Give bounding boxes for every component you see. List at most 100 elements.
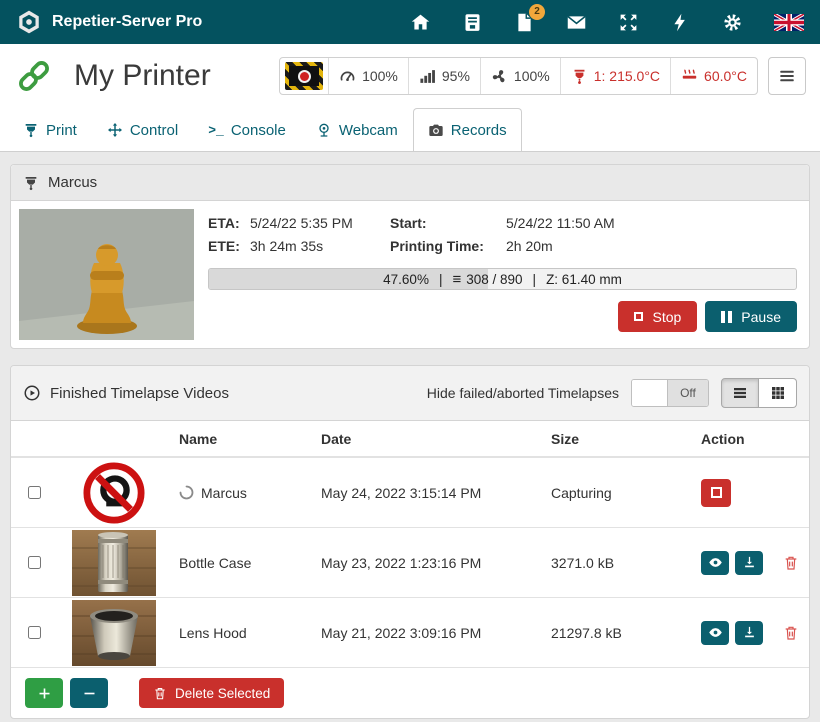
bolt-icon[interactable]: [670, 12, 691, 33]
timelapse-name: Marcus: [201, 485, 247, 501]
eta-value: 5/24/22 5:35 PM: [250, 213, 390, 233]
move-cross-icon: [107, 122, 123, 138]
tab-records[interactable]: Records: [413, 108, 522, 151]
delete-selected-button[interactable]: Delete Selected: [139, 678, 284, 708]
deselect-all-button[interactable]: [70, 678, 108, 708]
status-group: 100% 95% 100% 1: 215.0°C: [279, 57, 758, 95]
tab-control[interactable]: Control: [92, 108, 193, 151]
header-name: Name: [171, 427, 313, 451]
extruder-temp-value: 1: 215.0°C: [594, 68, 660, 84]
expand-icon[interactable]: [618, 12, 639, 33]
language-flag-icon[interactable]: [774, 14, 804, 31]
plus-icon: [37, 686, 52, 701]
fan-button[interactable]: 100%: [480, 58, 560, 94]
print-info: ETA: 5/24/22 5:35 PM Start: 5/24/22 11:5…: [208, 209, 801, 340]
tab-print-label: Print: [46, 122, 77, 139]
current-print-header: Marcus: [11, 165, 809, 201]
no-webcam-icon: [83, 462, 145, 524]
timelapse-size: Capturing: [543, 481, 693, 505]
delete-selected-label: Delete Selected: [175, 686, 270, 701]
printer-icon[interactable]: [462, 12, 483, 33]
tab-webcam[interactable]: Webcam: [301, 108, 413, 151]
print-icon: [23, 122, 39, 138]
ete-label: ETE:: [208, 236, 250, 256]
mail-icon[interactable]: [566, 12, 587, 33]
stop-capture-button[interactable]: [701, 479, 731, 507]
toggle-state: Off: [668, 380, 708, 406]
speed-multiplier-button[interactable]: 100%: [328, 58, 408, 94]
extruder-temp-button[interactable]: 1: 215.0°C: [560, 58, 670, 94]
job-preview-image: [19, 209, 194, 340]
view-video-button[interactable]: [701, 621, 729, 645]
print-actions: Stop Pause: [208, 301, 797, 332]
eye-icon: [708, 555, 723, 570]
extruder-job-icon: [23, 175, 39, 191]
tab-print[interactable]: Print: [8, 108, 92, 151]
hide-failed-toggle[interactable]: Off: [631, 379, 709, 407]
eta-label: ETA:: [208, 213, 250, 233]
flow-icon: [419, 68, 436, 85]
select-all-button[interactable]: [25, 678, 63, 708]
hide-toggle-label: Hide failed/aborted Timelapses: [427, 385, 619, 401]
row-checkbox[interactable]: [28, 626, 41, 639]
print-queue-icon[interactable]: 2: [514, 12, 535, 33]
header-action: Action: [693, 427, 809, 451]
table-row: Bottle Case May 23, 2022 1:23:16 PM 3271…: [11, 527, 809, 597]
download-icon: [742, 625, 757, 640]
flow-value: 95%: [442, 68, 470, 84]
header-spacer: [57, 435, 171, 443]
page-title: My Printer: [74, 59, 211, 93]
separator: |: [439, 272, 443, 287]
trash-icon: [783, 624, 799, 642]
eye-icon: [708, 625, 723, 640]
stop-label: Stop: [652, 309, 681, 325]
list-view-button[interactable]: [721, 378, 759, 408]
webcam-status-button[interactable]: [280, 58, 328, 94]
current-print-card: Marcus ETA: 5/24/22 5:35 PM: [10, 164, 810, 349]
timelapse-controls: Hide failed/aborted Timelapses Off: [427, 378, 797, 408]
link-icon: [14, 56, 54, 96]
separator: |: [533, 272, 537, 287]
delete-video-button[interactable]: [783, 554, 799, 572]
tab-console-label: Console: [231, 122, 286, 139]
brand[interactable]: Repetier-Server Pro: [16, 9, 202, 35]
play-circle-icon: [23, 384, 41, 402]
top-navbar: Repetier-Server Pro 2: [0, 0, 820, 44]
timelapse-size: 21297.8 kB: [543, 621, 693, 645]
camera-icon: [428, 122, 444, 138]
spinner-icon: [179, 485, 194, 500]
delete-video-button[interactable]: [783, 624, 799, 642]
row-checkbox[interactable]: [28, 556, 41, 569]
download-video-button[interactable]: [735, 621, 763, 645]
header-spacer: [11, 435, 57, 443]
bed-temp-button[interactable]: 60.0°C: [670, 58, 757, 94]
trash-icon: [153, 686, 167, 701]
notification-badge: 2: [529, 4, 545, 20]
pause-button[interactable]: Pause: [705, 301, 797, 332]
gear-icon[interactable]: [722, 12, 743, 33]
timelapse-name: Bottle Case: [179, 555, 251, 571]
trash-icon: [783, 554, 799, 572]
home-icon[interactable]: [410, 12, 431, 33]
download-video-button[interactable]: [735, 551, 763, 575]
stop-button[interactable]: Stop: [618, 301, 697, 332]
timelapse-thumbnail[interactable]: [72, 530, 156, 596]
table-row: Marcus May 24, 2022 3:15:14 PM Capturing: [11, 457, 809, 527]
timelapse-footer: Delete Selected: [11, 667, 809, 718]
row-checkbox[interactable]: [28, 486, 41, 499]
z-height: Z: 61.40 mm: [546, 272, 622, 287]
tab-console[interactable]: >_ Console: [193, 108, 301, 151]
table-row: Lens Hood May 21, 2022 3:09:16 PM 21297.…: [11, 597, 809, 667]
view-video-button[interactable]: [701, 551, 729, 575]
printer-menu-button[interactable]: [768, 57, 806, 95]
timelapse-title: Finished Timelapse Videos: [50, 385, 229, 402]
minus-icon: [82, 686, 97, 701]
printing-time-value: 2h 20m: [506, 236, 797, 256]
grid-view-button[interactable]: [759, 378, 797, 408]
hamburger-icon: [778, 67, 796, 85]
print-stats: ETA: 5/24/22 5:35 PM Start: 5/24/22 11:5…: [208, 213, 797, 256]
flow-multiplier-button[interactable]: 95%: [408, 58, 480, 94]
grid-view-icon: [770, 385, 786, 401]
timelapse-thumbnail[interactable]: [72, 600, 156, 666]
speed-icon: [339, 68, 356, 85]
